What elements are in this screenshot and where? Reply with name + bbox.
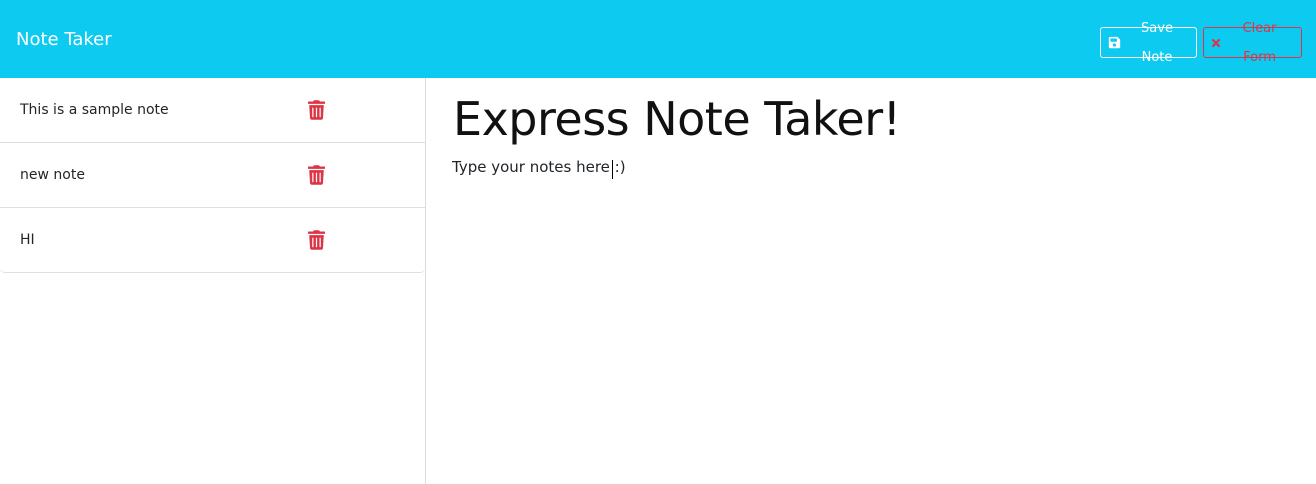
note-list: This is a sample note new note HI	[0, 78, 425, 273]
navbar: Note Taker Save Note Clear Form	[0, 0, 1316, 78]
trash-icon[interactable]	[308, 230, 325, 250]
note-title[interactable]: HI	[20, 230, 35, 250]
clear-form-button[interactable]: Clear Form	[1203, 21, 1302, 65]
notes-sidebar: This is a sample note new note HI	[0, 78, 426, 484]
save-note-label: Save Note	[1141, 20, 1173, 65]
list-item[interactable]: new note	[0, 142, 425, 207]
floppy-disk-icon	[1108, 36, 1121, 49]
note-editor: Express Note Taker! Type your notes here…	[426, 78, 1316, 484]
note-title-input[interactable]: Express Note Taker!	[453, 90, 901, 148]
app-brand[interactable]: Note Taker	[16, 28, 112, 52]
note-text-area[interactable]: Type your notes here :)	[452, 156, 1292, 456]
trash-icon[interactable]	[308, 100, 325, 120]
trash-icon[interactable]	[308, 165, 325, 185]
note-title[interactable]: This is a sample note	[20, 100, 169, 120]
list-item[interactable]: This is a sample note	[0, 78, 425, 142]
x-icon	[1211, 38, 1221, 47]
clear-form-label: Clear Form	[1242, 20, 1277, 65]
list-item[interactable]: HI	[0, 207, 425, 272]
note-title[interactable]: new note	[20, 165, 85, 185]
text-cursor	[612, 160, 613, 179]
save-note-button[interactable]: Save Note	[1100, 21, 1197, 65]
